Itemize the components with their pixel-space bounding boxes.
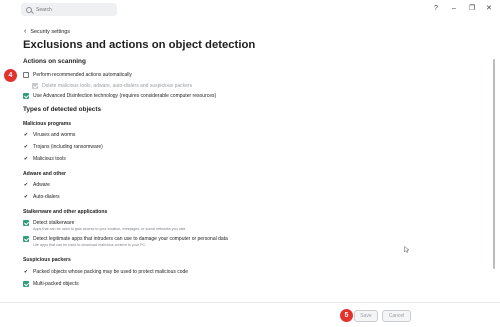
perform-recommended-checkbox[interactable] bbox=[23, 72, 29, 78]
advanced-disinfection-label: Use Advanced Disinfection technology (re… bbox=[33, 93, 217, 99]
help-icon[interactable]: ? bbox=[434, 4, 438, 14]
adware-heading: Adware and other bbox=[23, 171, 67, 177]
multi-packed-row[interactable]: Multi-packed objects bbox=[23, 281, 79, 287]
suspicious-packers-heading: Suspicious packers bbox=[23, 257, 71, 263]
stalkerware-heading: Stalkerware and other applications bbox=[23, 209, 108, 215]
check-icon: ✔ bbox=[23, 132, 29, 138]
settings-content: ‹ Security settings Exclusions and actio… bbox=[0, 22, 500, 302]
multi-packed-checkbox[interactable] bbox=[23, 281, 29, 287]
detect-legitimate-checkbox[interactable] bbox=[23, 236, 29, 242]
list-item-label: Auto-dialers bbox=[33, 194, 60, 200]
annotation-badge-4: 4 bbox=[4, 69, 17, 82]
page-title: Exclusions and actions on object detecti… bbox=[23, 39, 256, 51]
delete-malicious-label: Delete malicious tools, adware, auto-dia… bbox=[42, 83, 193, 89]
detect-stalkerware-row[interactable]: Detect stalkerware Apps that can be used… bbox=[23, 220, 186, 231]
check-icon: ✔ bbox=[23, 269, 29, 275]
list-item-label: Viruses and worms bbox=[33, 132, 76, 138]
check-icon: ✔ bbox=[23, 182, 29, 188]
restore-icon[interactable]: ❐ bbox=[469, 4, 475, 14]
minimize-icon[interactable]: – bbox=[452, 4, 456, 14]
detect-stalkerware-checkbox[interactable] bbox=[23, 220, 29, 226]
check-icon: ✔ bbox=[23, 144, 29, 150]
mouse-cursor-icon bbox=[404, 246, 409, 253]
footer-bar: 5 Save Cancel bbox=[0, 302, 500, 327]
list-item: ✔ Trojans (including ransomware) bbox=[23, 144, 103, 150]
perform-recommended-row[interactable]: Perform recommended actions automaticall… bbox=[23, 72, 132, 78]
list-item-label: Trojans (including ransomware) bbox=[33, 144, 103, 150]
annotation-badge-5: 5 bbox=[340, 309, 353, 322]
types-of-objects-heading: Types of detected objects bbox=[23, 106, 102, 113]
save-button[interactable]: Save bbox=[354, 310, 378, 322]
scrollbar-thumb[interactable] bbox=[493, 59, 495, 269]
detect-stalkerware-label: Detect stalkerware bbox=[33, 220, 75, 226]
delete-malicious-row: Delete malicious tools, adware, auto-dia… bbox=[32, 83, 192, 89]
malicious-programs-heading: Malicious programs bbox=[23, 121, 72, 127]
cancel-button[interactable]: Cancel bbox=[382, 310, 411, 322]
list-item: ✔ Malicious tools bbox=[23, 156, 66, 162]
perform-recommended-label: Perform recommended actions automaticall… bbox=[33, 72, 132, 78]
list-item: ✔ Viruses and worms bbox=[23, 132, 76, 138]
check-icon: ✔ bbox=[23, 194, 29, 200]
search-input[interactable] bbox=[36, 6, 106, 13]
advanced-disinfection-checkbox[interactable] bbox=[23, 93, 29, 99]
detect-legitimate-label: Detect legitimate apps that intruders ca… bbox=[33, 236, 228, 242]
list-item-label: Malicious tools bbox=[33, 156, 66, 162]
delete-malicious-checkbox bbox=[32, 83, 38, 89]
search-icon bbox=[26, 6, 32, 13]
close-icon[interactable]: ✕ bbox=[486, 4, 492, 14]
actions-on-scanning-heading: Actions on scanning bbox=[23, 58, 86, 65]
list-item-label: Adware bbox=[33, 182, 50, 188]
title-bar: ? – ❐ ✕ bbox=[0, 0, 500, 20]
multi-packed-label: Multi-packed objects bbox=[33, 281, 79, 287]
detect-legitimate-row[interactable]: Detect legitimate apps that intruders ca… bbox=[23, 236, 228, 247]
list-item: ✔ Adware bbox=[23, 182, 50, 188]
advanced-disinfection-row[interactable]: Use Advanced Disinfection technology (re… bbox=[23, 93, 216, 99]
detect-stalkerware-description: Apps that can be used to gain access to … bbox=[33, 227, 187, 231]
search-box[interactable] bbox=[21, 3, 117, 16]
back-chevron-icon: ‹ bbox=[24, 28, 27, 35]
list-item: ✔ Packed objects whose packing may be us… bbox=[23, 269, 188, 275]
list-item: ✔ Auto-dialers bbox=[23, 194, 60, 200]
back-label: Security settings bbox=[30, 28, 70, 35]
list-item-label: Packed objects whose packing may be used… bbox=[33, 269, 189, 275]
back-link[interactable]: ‹ Security settings bbox=[24, 28, 70, 35]
detect-legitimate-description: Lite apps that can be used to download m… bbox=[33, 243, 147, 247]
check-icon: ✔ bbox=[23, 156, 29, 162]
